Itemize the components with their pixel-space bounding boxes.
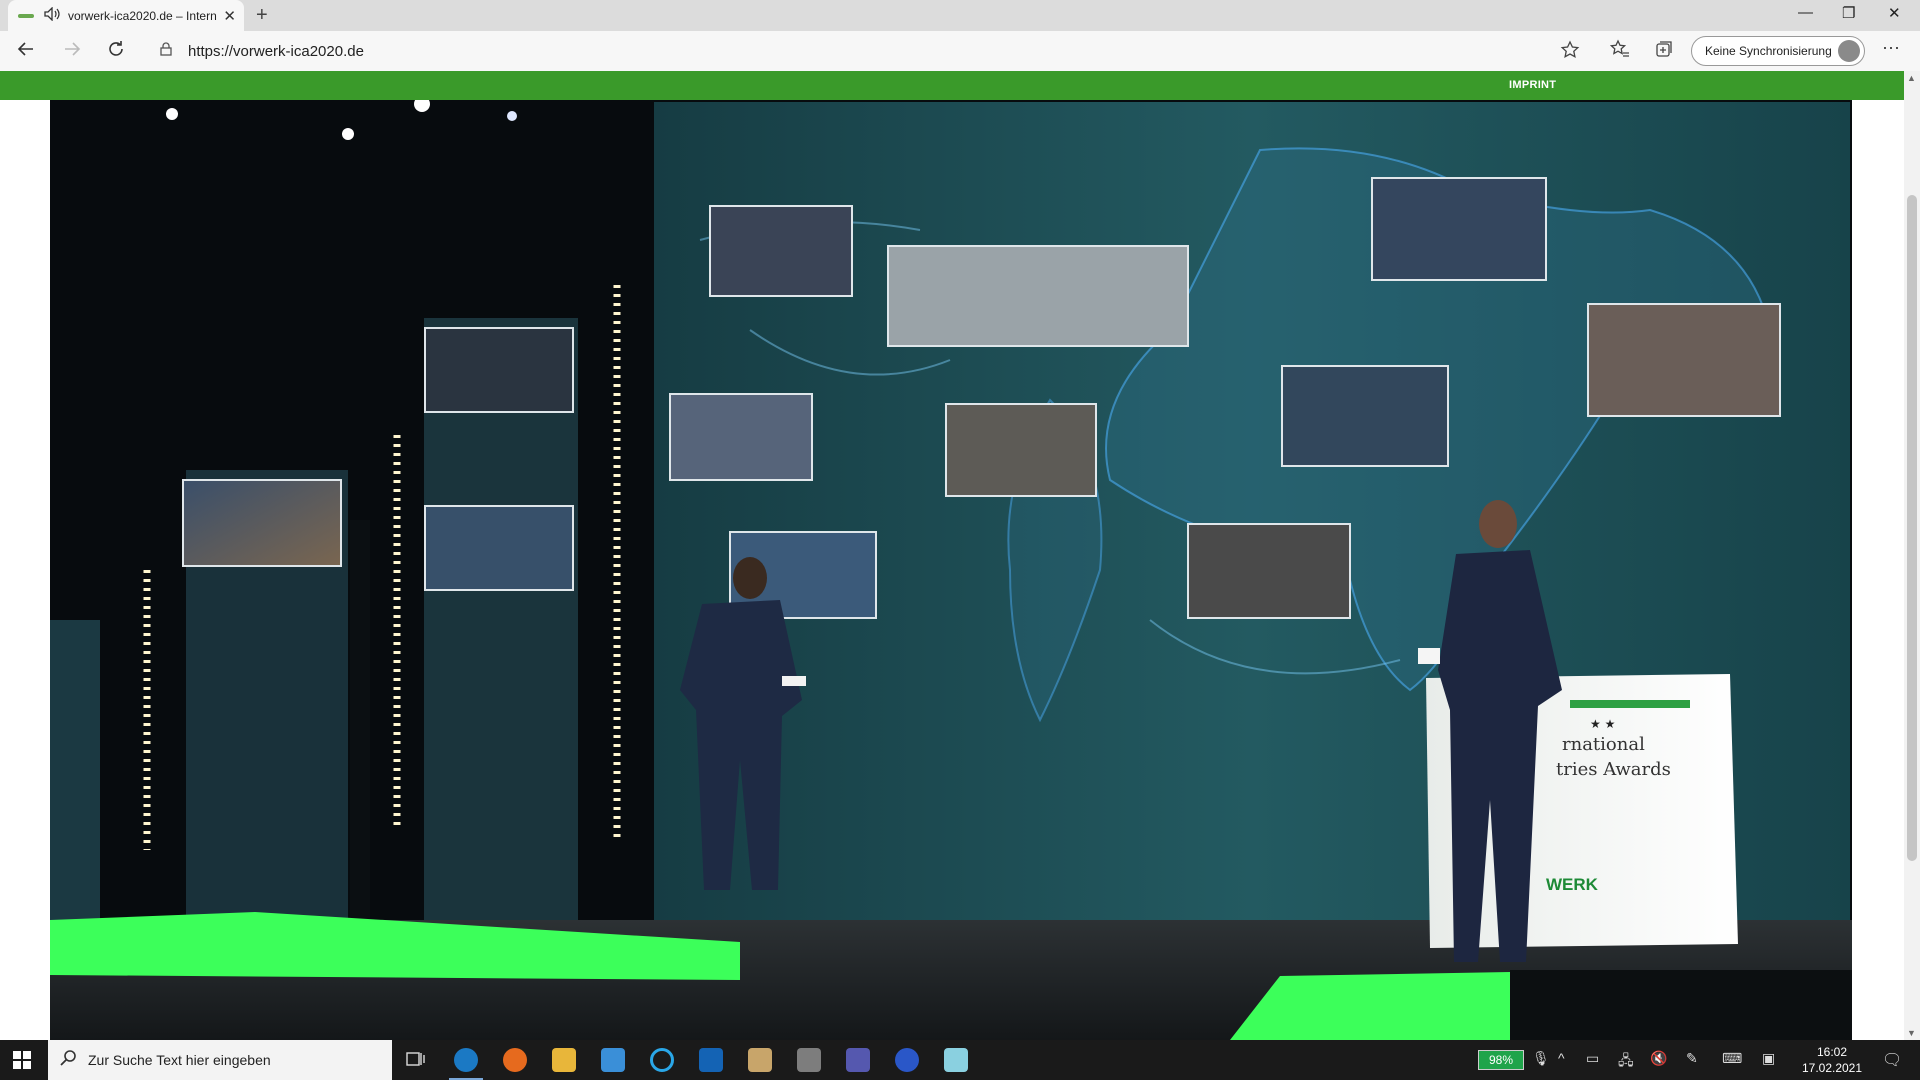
participant-video-tile [424,505,574,591]
podium-logo: WERK [1546,875,1599,894]
participant-video-tile [669,393,813,481]
browser-toolbar: https://vorwerk-ica2020.de Keine Synchro… [0,31,1920,72]
refresh-icon[interactable] [106,39,126,65]
site-header-bar: IMPRINT [0,71,1904,100]
profile-avatar-icon [1838,40,1860,62]
pen-icon[interactable]: ✎ [1686,1050,1698,1067]
imprint-link[interactable]: IMPRINT [1509,79,1556,91]
close-window-button[interactable]: ✕ [1888,4,1901,22]
podium-text-line1: rnational [1562,734,1645,755]
address-bar[interactable]: https://vorwerk-ica2020.de [150,36,1580,66]
spotlight [507,111,517,121]
keyboard-icon[interactable]: ⌨ [1722,1050,1742,1067]
microphone-icon[interactable]: 🎙 [1532,1050,1550,1067]
participant-video-tile [1281,365,1449,467]
pillar [350,520,370,940]
clock-date: 17.02.2021 [1801,1061,1863,1075]
display-icon[interactable]: ▣ [1762,1050,1775,1067]
battery-tray-icon[interactable]: ▭ [1586,1050,1599,1067]
podium-stars: ★ ★ [1590,717,1615,731]
forward-icon[interactable] [62,39,82,65]
participant-video-tile [887,245,1189,347]
printer-app-icon[interactable] [748,1048,772,1072]
teams-icon[interactable] [846,1048,870,1072]
collections-icon[interactable] [1654,39,1674,65]
notifications-icon[interactable]: 🗨 [1882,1050,1902,1070]
participant-video-tile [945,403,1097,497]
cortana-icon[interactable] [650,1048,674,1072]
minimize-button[interactable]: — [1798,4,1813,21]
podium-text-line2: tries Awards [1556,759,1671,780]
favorite-star-icon[interactable] [1560,40,1580,65]
windows-start-icon[interactable] [12,1050,32,1075]
lock-icon[interactable] [160,42,172,59]
pillar [50,620,100,920]
l-app-icon[interactable] [601,1048,625,1072]
show-hidden-icons-chevron-icon[interactable]: ^ [1558,1050,1565,1066]
more-menu-icon[interactable]: ··· [1882,37,1900,58]
page-scrollbar[interactable]: ▲ ▼ [1904,71,1920,1040]
spotlight [166,108,178,120]
participant-video-tile [709,205,853,297]
sync-label: Keine Synchronisierung [1705,44,1832,58]
outlook-icon[interactable] [699,1048,723,1072]
participant-video-tile [424,327,574,413]
calculator-icon[interactable] [797,1048,821,1072]
browser-tab[interactable]: vorwerk-ica2020.de – Intern ✕ [8,0,244,31]
speaker-icon[interactable] [44,6,60,24]
system-clock[interactable]: 16:02 17.02.2021 [1792,1044,1872,1076]
tab-close-icon[interactable]: ✕ [223,7,236,25]
tab-title: vorwerk-ica2020.de – Intern [68,8,217,23]
livestream-video[interactable]: ★ ★ rnational tries Awards WERK [50,100,1852,1040]
edge-browser-icon[interactable] [454,1048,478,1072]
participant-video-tile [1371,177,1547,281]
url-text[interactable]: https://vorwerk-ica2020.de [188,43,364,60]
sync-app-icon[interactable] [895,1048,919,1072]
firefox-icon[interactable] [503,1048,527,1072]
task-view-icon[interactable] [404,1048,428,1072]
scrollbar-thumb[interactable] [1907,195,1917,861]
participant-video-tile [182,479,342,567]
taskbar-search-box[interactable]: Zur Suche Text hier eingeben [48,1040,392,1080]
file-explorer-icon[interactable] [552,1048,576,1072]
search-placeholder: Zur Suche Text hier eingeben [88,1052,271,1068]
new-tab-button[interactable]: + [256,4,268,27]
sync-button[interactable]: Keine Synchronisierung [1691,36,1865,66]
participant-video-tile [1587,303,1781,417]
notes-app-icon[interactable] [944,1048,968,1072]
tab-strip: vorwerk-ica2020.de – Intern ✕ + — ❐ ✕ [0,0,1920,31]
search-icon [60,1049,78,1072]
windows-taskbar: Zur Suche Text hier eingeben 98% 🎙 ^ ▭ 🖧… [0,1040,1920,1080]
clock-time: 16:02 [1816,1045,1848,1059]
restore-button[interactable]: ❐ [1842,4,1855,22]
favorites-icon[interactable] [1609,39,1630,65]
scroll-down-icon[interactable]: ▼ [1907,1028,1916,1038]
battery-indicator[interactable]: 98% [1478,1050,1524,1070]
site-favicon-icon [18,13,34,18]
volume-muted-icon[interactable]: 🔇 [1650,1050,1667,1067]
network-icon[interactable]: 🖧 [1618,1050,1634,1074]
stage-scene: ★ ★ rnational tries Awards WERK [50,100,1852,1040]
spotlight [342,128,354,140]
participant-video-tile [1187,523,1351,619]
back-icon[interactable] [16,39,36,65]
scroll-up-icon[interactable]: ▲ [1907,73,1916,83]
floor-edge [1510,970,1852,1040]
